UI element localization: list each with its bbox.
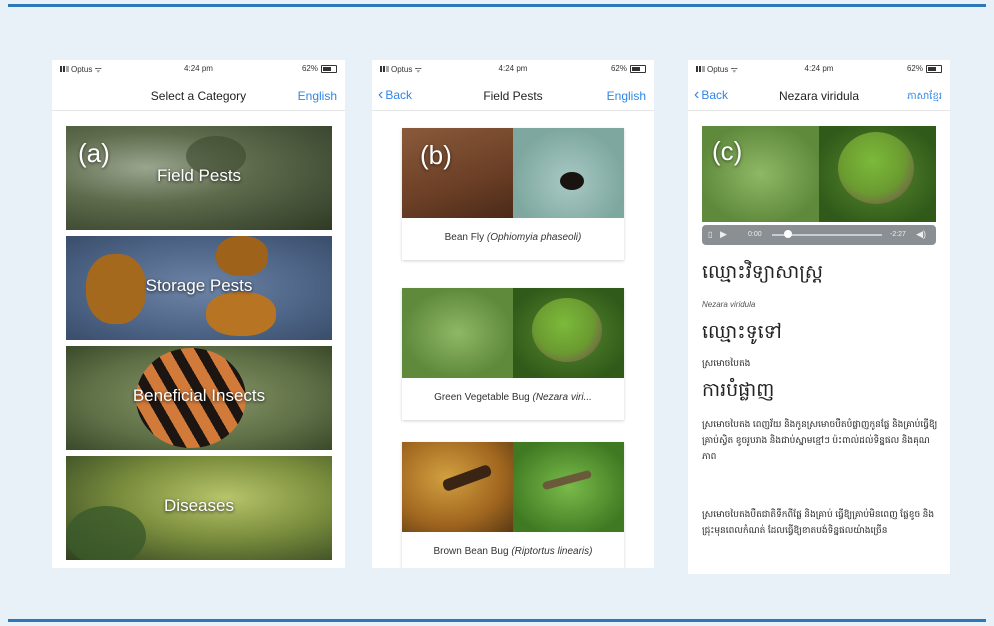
category-label: Field Pests [156,166,242,185]
screen-select-category: Optus ᯤ 4:24 pm 62% Select a Category En… [52,60,345,568]
audio-scrubber-knob[interactable] [784,230,792,238]
pest-card-green-vegetable-bug[interactable]: Green Vegetable Bug (Nezara viri... [402,288,624,420]
bottom-rule [8,619,986,622]
panel-label: (a) [78,138,110,168]
battery-icon [926,64,942,73]
nav-bar: ‹ Back Nezara viridula ភាសាខ្មែរ [688,82,950,111]
pest-caption: Green Vegetable Bug (Nezara viri... [434,392,592,403]
battery-icon [630,64,646,73]
battery: 62% [907,64,942,73]
play-icon[interactable]: ▶ [720,229,727,240]
language-button[interactable]: English [298,89,337,103]
status-bar: Optus ᯤ 4:24 pm 62% [52,64,345,78]
volume-icon[interactable]: ◀) [916,229,926,240]
damage-paragraph-1: ស្រមោចបៃតង ពេញវ័យ និងកូនស្រមោចបឺតបំផ្លាញ… [702,419,938,461]
battery: 62% [302,64,337,73]
audio-player[interactable]: ▯ ▶ 0:00 -2:27 ◀) [702,225,936,245]
language-button[interactable]: English [607,89,646,103]
scientific-name-heading: ឈ្មោះវិទ្យាសាស្ត្រ [702,262,823,283]
category-storage-pests[interactable]: Storage Pests [66,236,332,340]
category-label: Beneficial Insects [132,386,266,405]
pest-image [402,442,624,532]
status-bar: Optus ᯤ 4:24 pm 62% [688,64,950,78]
language-button[interactable]: ភាសាខ្មែរ [907,89,942,104]
pest-card-brown-bean-bug[interactable]: Brown Bean Bug (Riptortus linearis) [402,442,624,568]
damage-paragraph-2: ស្រមោចបៃតងបឺតជាតិទឹកពីផ្លែ និងគ្រាប់ ធ្វ… [702,509,935,535]
top-rule [8,4,986,7]
audio-elapsed: 0:00 [748,231,762,238]
damage-heading: ការបំផ្លាញ [702,380,775,401]
category-label: Diseases [164,496,234,515]
screen-pest-detail: Optus ᯤ 4:24 pm 62% ‹ Back Nezara viridul… [688,60,950,574]
nav-bar: ‹ Back Field Pests English [372,82,654,111]
status-bar: Optus ᯤ 4:24 pm 62% [372,64,654,78]
category-beneficial-insects[interactable]: Beneficial Insects [66,346,332,450]
common-name-heading: ឈ្មោះទូទៅ [702,322,782,343]
battery: 62% [611,64,646,73]
category-diseases[interactable]: Diseases [66,456,332,560]
panel-label: (c) [712,136,743,166]
screen-field-pests: Optus ᯤ 4:24 pm 62% ‹ Back Field Pests En… [372,60,654,568]
common-name-value: ស្រមោចបៃតង [702,358,751,368]
pest-caption: Bean Fly (Ophiomyia phaseoli) [444,232,582,243]
pest-image [402,288,624,378]
pest-caption: Brown Bean Bug (Riptortus linearis) [433,546,593,557]
scientific-name-value: Nezara viridula [702,300,756,309]
panel-label: (b) [420,140,452,170]
category-label: Storage Pests [145,276,253,295]
audio-remaining: -2:27 [890,231,906,238]
nav-bar: Select a Category English [52,82,345,111]
battery-icon [321,64,337,73]
airplay-icon[interactable]: ▯ [708,230,712,239]
